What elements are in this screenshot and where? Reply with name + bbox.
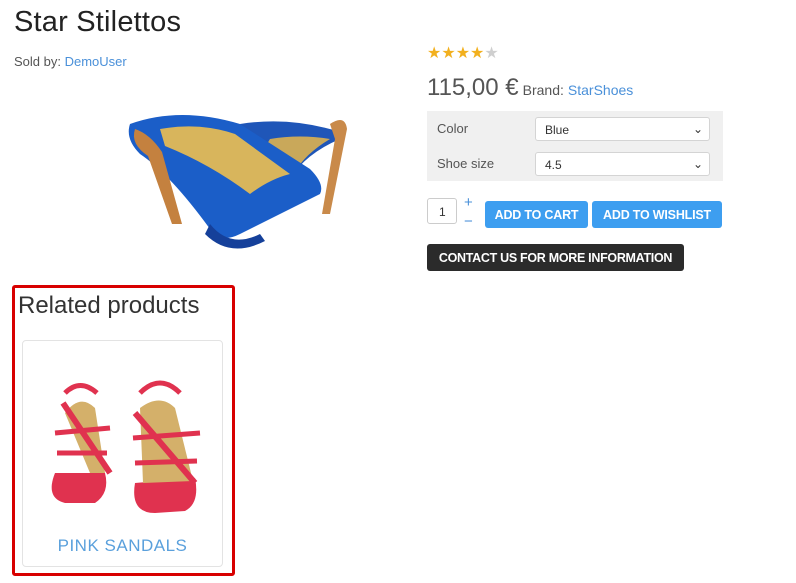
shoe-size-select[interactable]: 4.5 ⌄ [535, 152, 710, 176]
star-empty-icon: ★ [484, 45, 499, 62]
sold-by-label: Sold by: [14, 54, 61, 69]
related-product-name[interactable]: PINK SANDALS [23, 536, 222, 556]
star-filled-icon: ★ [441, 45, 456, 62]
star-filled-icon: ★ [470, 45, 485, 62]
quantity-decrease-button[interactable]: − [464, 213, 473, 230]
star-filled-icon: ★ [427, 45, 442, 62]
brand-label: Brand: [522, 82, 564, 98]
product-image [128, 115, 347, 249]
product-options: Color Blue ⌄ Shoe size 4.5 ⌄ [427, 111, 723, 181]
sold-by: Sold by: DemoUser [14, 54, 127, 69]
related-product-card[interactable]: PINK SANDALS [22, 340, 223, 567]
related-product-image[interactable] [35, 353, 212, 523]
color-select[interactable]: Blue ⌄ [535, 117, 710, 141]
option-row-color: Color Blue ⌄ [427, 111, 723, 146]
brand-link[interactable]: StarShoes [568, 82, 633, 98]
option-row-shoe-size: Shoe size 4.5 ⌄ [427, 146, 723, 181]
star-filled-icon: ★ [455, 45, 471, 62]
quantity-increase-button[interactable]: + [464, 194, 473, 211]
add-to-wishlist-button[interactable]: ADD TO WISHLIST [592, 201, 722, 228]
shoe-size-label: Shoe size [437, 156, 495, 171]
chevron-down-icon: ⌄ [692, 122, 703, 136]
quantity-input[interactable]: 1 [427, 198, 457, 224]
color-select-value: Blue [545, 123, 570, 137]
chevron-down-icon: ⌄ [692, 157, 703, 171]
shoe-size-select-value: 4.5 [545, 158, 562, 172]
product-price: 115,00 € [427, 74, 519, 101]
price-row: 115,00 € Brand: StarShoes [427, 74, 633, 102]
add-to-cart-button[interactable]: ADD TO CART [485, 201, 588, 228]
seller-link[interactable]: DemoUser [65, 54, 127, 69]
related-products-title: Related products [18, 292, 200, 319]
product-title: Star Stilettos [14, 6, 182, 38]
rating-stars: ★ ★ ★ ★ ★ [427, 45, 499, 63]
contact-us-button[interactable]: CONTACT US FOR MORE INFORMATION [427, 244, 684, 271]
color-label: Color [437, 121, 469, 136]
